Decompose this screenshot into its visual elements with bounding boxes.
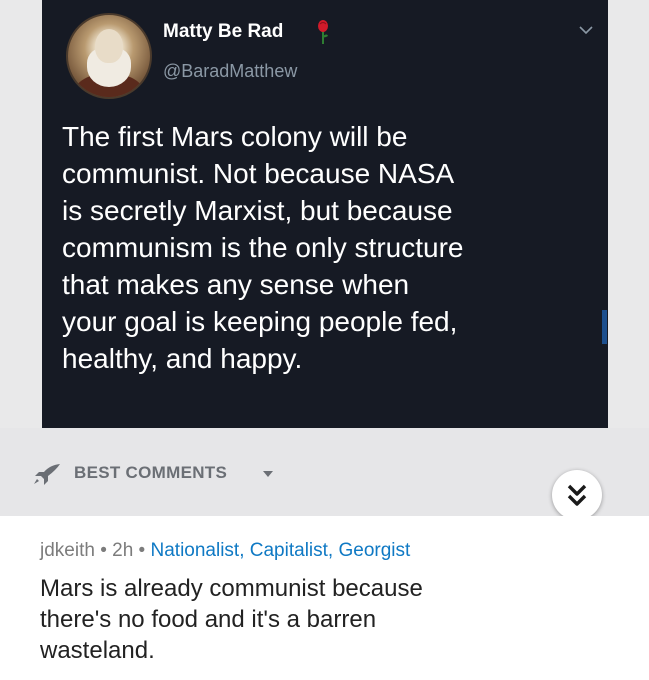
user-flair: Nationalist, Capitalist, Georgist bbox=[150, 540, 411, 561]
sort-label[interactable]: BEST COMMENTS bbox=[74, 463, 227, 483]
avatar-face bbox=[95, 29, 123, 63]
collapse-button[interactable] bbox=[552, 470, 602, 520]
display-name[interactable]: Matty Be Rad bbox=[163, 21, 283, 43]
handle[interactable]: @BaradMatthew bbox=[163, 61, 297, 82]
tweet-text: The first Mars colony will be communist.… bbox=[62, 121, 464, 374]
chevron-down-icon[interactable] bbox=[578, 24, 594, 36]
double-chevron-down-icon bbox=[567, 484, 587, 506]
rocket-icon bbox=[34, 464, 60, 485]
meta-separator: • bbox=[94, 540, 113, 561]
tweet-card: Matty Be Rad @BaradMatthew The first Mar… bbox=[42, 0, 608, 428]
comment: jdkeith • 2h • Nationalist, Capitalist, … bbox=[0, 516, 649, 680]
rose-icon bbox=[318, 20, 328, 44]
avatar[interactable] bbox=[66, 13, 152, 99]
comments-header: BEST COMMENTS bbox=[0, 428, 649, 520]
comment-author[interactable]: jdkeith bbox=[40, 540, 95, 561]
caret-down-icon[interactable] bbox=[262, 470, 274, 478]
meta-separator: • bbox=[133, 540, 151, 561]
comment-age: 2h bbox=[112, 540, 134, 561]
comment-meta: jdkeith • 2h • Nationalist, Capitalist, … bbox=[40, 540, 410, 562]
scroll-marker bbox=[602, 310, 607, 344]
comment-body: Mars is already communist because there'… bbox=[40, 575, 423, 664]
